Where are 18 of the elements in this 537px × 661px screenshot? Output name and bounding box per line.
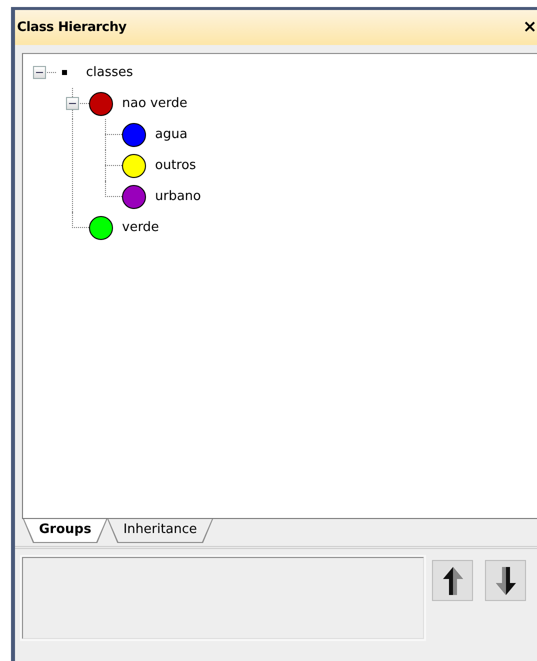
tree-item-label[interactable]: nao verde bbox=[122, 94, 188, 114]
root-node-icon bbox=[62, 70, 67, 75]
move-button[interactable] bbox=[432, 560, 473, 601]
text-field[interactable] bbox=[22, 557, 424, 639]
move-button[interactable] bbox=[485, 560, 526, 601]
tab[interactable]: Groups bbox=[23, 519, 108, 543]
panel-title: Class Hierarchy bbox=[17, 18, 126, 37]
tree-item-label[interactable]: outros bbox=[155, 156, 196, 176]
down-arrow-icon bbox=[494, 566, 516, 596]
tree-item-label[interactable]: verde bbox=[122, 218, 160, 238]
up-arrow-icon bbox=[442, 566, 464, 596]
tree-item-label[interactable]: classes bbox=[86, 62, 134, 82]
tab[interactable]: Inheritance bbox=[107, 519, 214, 543]
expander-toggle[interactable] bbox=[33, 66, 46, 79]
tree-item-label[interactable]: agua bbox=[155, 124, 188, 144]
expander-toggle[interactable] bbox=[66, 97, 79, 110]
close-button[interactable]: × bbox=[520, 19, 537, 36]
tree-item-label[interactable]: urbano bbox=[155, 186, 201, 206]
